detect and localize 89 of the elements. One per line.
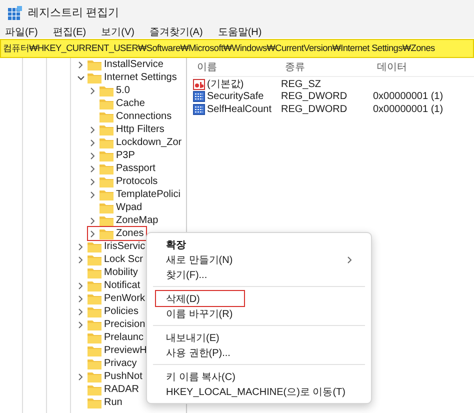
value-type: REG_SZ — [281, 78, 322, 90]
column-header[interactable]: 데이터 — [373, 60, 474, 74]
tree-item[interactable]: 5.0 — [88, 84, 132, 97]
value-data: 0x00000001 (1) — [373, 91, 444, 102]
folder-icon — [99, 149, 114, 162]
tree-item[interactable]: InstallService — [76, 58, 166, 71]
tree-item[interactable]: Privacy — [76, 357, 139, 370]
menu-item[interactable]: HKEY_LOCAL_MACHINE(으)로 이동(T) — [156, 384, 362, 399]
chevron-right-icon — [77, 372, 84, 380]
tree-item[interactable]: Protocols — [88, 175, 160, 188]
value-name[interactable]: (기본값) — [207, 77, 244, 91]
string-value-icon — [193, 78, 205, 90]
folder-icon — [99, 201, 114, 214]
tree-item[interactable]: Cache — [88, 97, 147, 110]
tree-item[interactable]: TemplatePolici — [88, 188, 182, 201]
folder-icon — [87, 253, 102, 266]
folder-icon — [99, 188, 114, 201]
menu-item[interactable]: 새로 만들기(N) — [156, 252, 362, 267]
folder-icon — [87, 344, 102, 357]
folder-icon — [99, 97, 114, 110]
tree-item[interactable]: PenWork — [76, 292, 147, 305]
menu-item[interactable]: 즐겨찾기(A) — [148, 24, 204, 38]
menu-item[interactable]: 도움말(H) — [216, 24, 263, 38]
menu-item[interactable]: 이름 바꾸기(R) — [156, 306, 362, 321]
folder-icon — [99, 136, 114, 149]
binary-value-icon — [193, 104, 205, 115]
address-bar[interactable]: 컴퓨터₩HKEY_CURRENT_USER₩Software₩Microsoft₩Windows₩CurrentVersion₩Internet Settings₩Zones — [0, 39, 474, 58]
folder-icon — [87, 292, 102, 305]
value-type: REG_DWORD — [281, 104, 348, 115]
menu-item[interactable]: 파일(F) — [4, 24, 39, 38]
folder-icon — [87, 279, 102, 292]
value-type: REG_DWORD — [281, 91, 348, 102]
tree-item[interactable]: Wpad — [88, 201, 144, 214]
tree-item[interactable]: Precision — [76, 318, 148, 331]
menu-item[interactable]: 사용 권한(P)... — [156, 345, 362, 360]
binary-value-icon — [193, 91, 205, 102]
tree-item[interactable]: PushNot — [76, 370, 144, 383]
chevron-right-icon — [77, 60, 84, 68]
folder-icon — [99, 110, 114, 123]
tree-item[interactable]: Internet Settings — [76, 71, 179, 84]
folder-icon — [99, 123, 114, 136]
tree-item[interactable]: Connections — [88, 110, 174, 123]
menu-item[interactable]: 삭제(D) — [156, 291, 244, 306]
folder-icon — [87, 240, 102, 253]
menu-item[interactable]: 내보내기(E) — [156, 330, 362, 345]
chevron-down-icon — [76, 74, 84, 82]
tree-item[interactable]: P3P — [88, 149, 137, 162]
folder-icon — [87, 266, 102, 279]
registry-app-icon — [8, 6, 22, 20]
chevron-right-icon — [89, 86, 96, 94]
folder-icon — [99, 175, 114, 188]
folder-icon — [87, 331, 102, 344]
tree-item[interactable]: Zones — [88, 227, 146, 240]
folder-icon — [99, 162, 114, 175]
tree-item[interactable]: ZoneMap — [88, 214, 160, 227]
menu-item[interactable]: 찾기(F)... — [156, 267, 362, 282]
tree-item[interactable]: PreviewH — [76, 344, 149, 357]
column-header[interactable]: 종류 — [281, 60, 373, 74]
menu-item[interactable]: 편집(E) — [52, 24, 88, 38]
tree-item[interactable]: Lockdown_Zor — [88, 136, 184, 149]
tree-item[interactable]: Mobility — [76, 266, 140, 279]
tree-item[interactable]: RADAR — [76, 383, 142, 396]
tree-item[interactable]: Passport — [88, 162, 158, 175]
column-header[interactable]: 이름 — [193, 60, 281, 74]
menu-item[interactable]: 보기(V) — [100, 24, 136, 38]
folder-icon — [87, 370, 102, 383]
folder-icon — [87, 357, 102, 370]
tree-item[interactable]: Prelaunc — [76, 331, 146, 344]
value-name[interactable]: SecuritySafe — [207, 91, 264, 102]
tree-item[interactable]: Notificat — [76, 279, 142, 292]
tree-item[interactable]: Lock Scr — [76, 253, 145, 266]
menu-item[interactable]: 확장 — [156, 237, 362, 252]
folder-icon — [99, 214, 114, 227]
folder-icon — [87, 71, 102, 84]
folder-icon — [87, 383, 102, 396]
folder-icon — [87, 318, 102, 331]
tree-item[interactable]: Run — [76, 396, 124, 409]
value-name[interactable]: SelfHealCount — [207, 104, 272, 115]
folder-icon — [99, 227, 114, 240]
value-data: 0x00000001 (1) — [373, 104, 444, 115]
folder-icon — [99, 84, 114, 97]
window-title: 레지스트리 편집기 — [28, 6, 120, 20]
folder-icon — [87, 305, 102, 318]
tree-item[interactable]: Http Filters — [88, 123, 166, 136]
folder-icon — [87, 58, 102, 71]
menu-item[interactable]: 키 이름 복사(C) — [156, 369, 362, 384]
tree-item[interactable]: Policies — [76, 305, 140, 318]
tree-item[interactable]: IrisServic — [76, 240, 148, 253]
folder-icon — [87, 396, 102, 409]
